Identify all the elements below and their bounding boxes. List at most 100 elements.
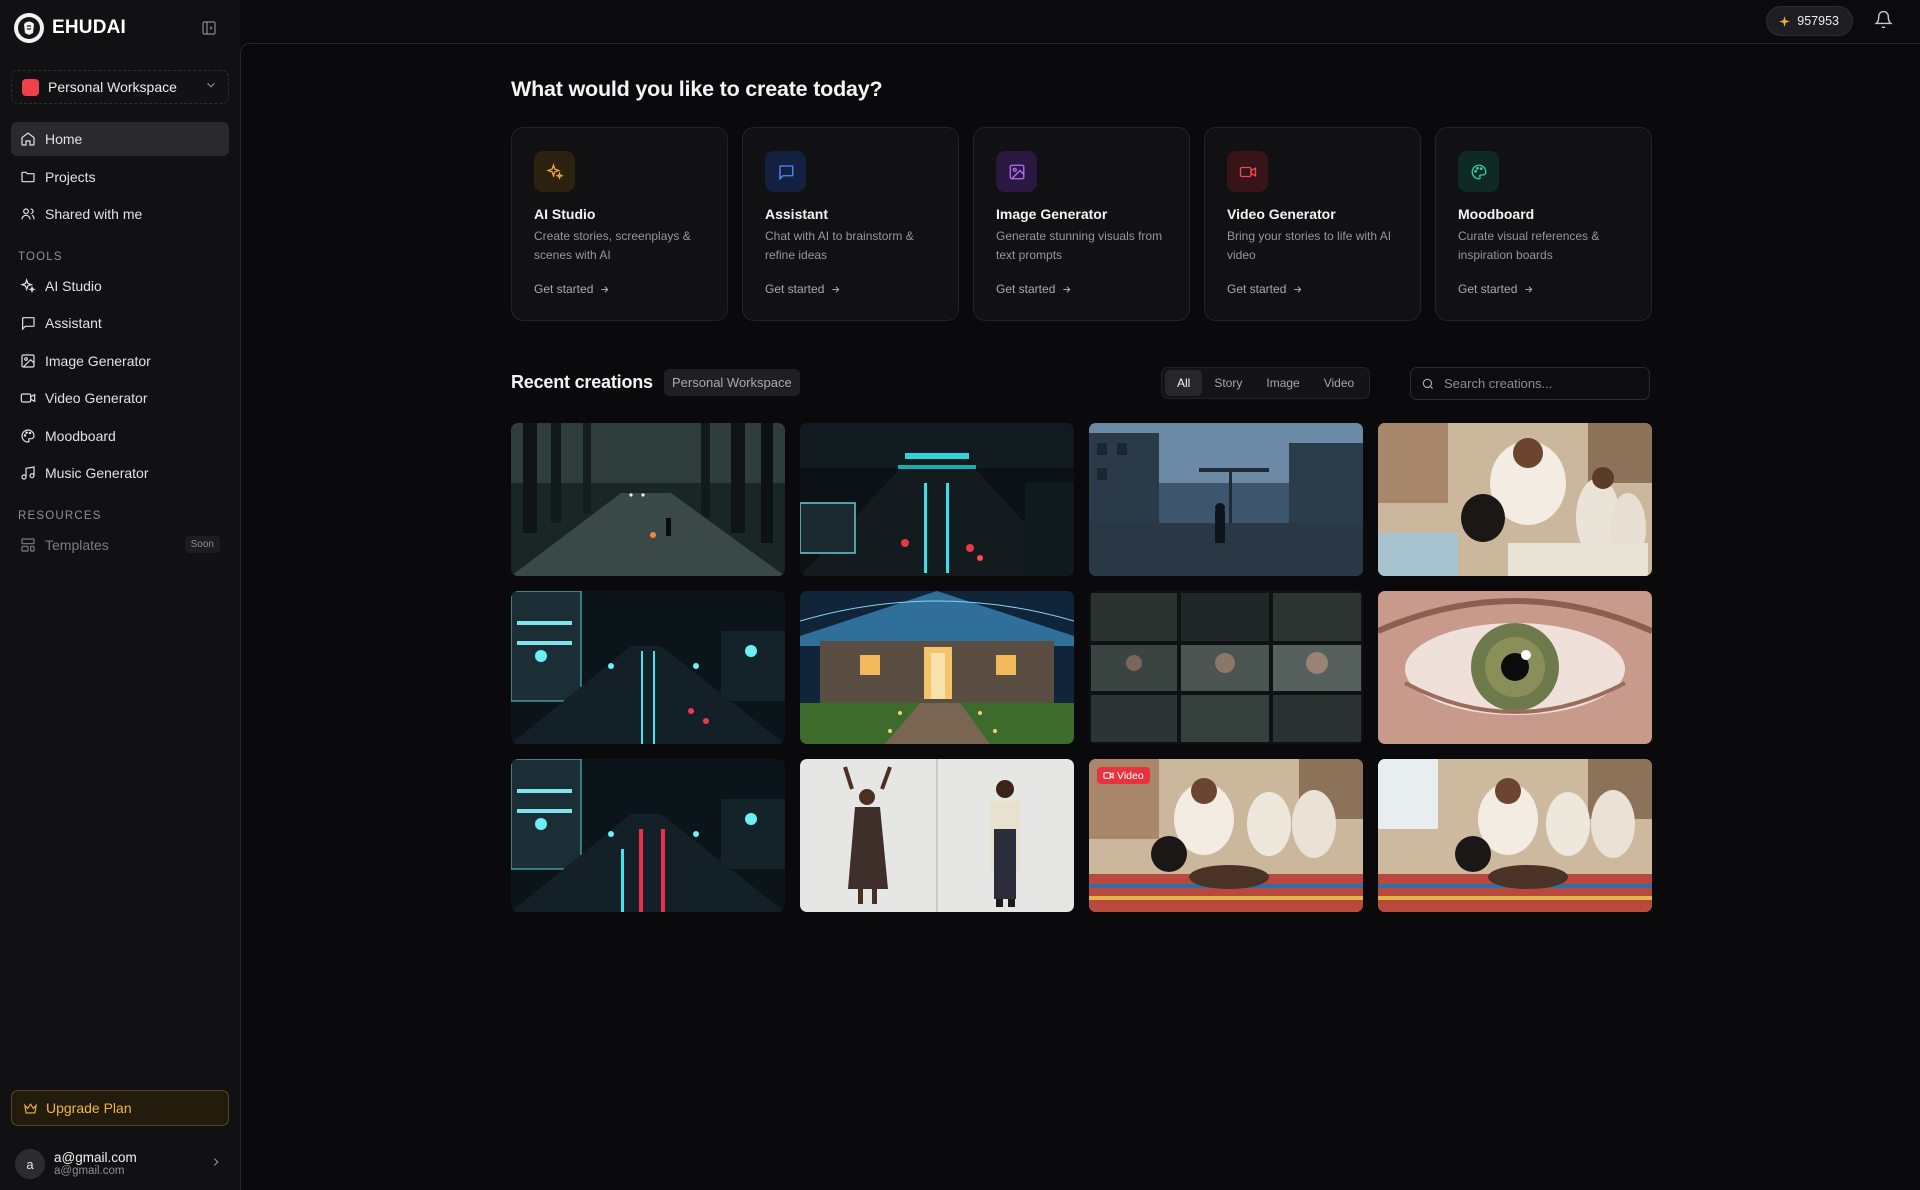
sidebar-toggle-icon[interactable] (198, 17, 220, 39)
coffee-ceremony-icon (1378, 759, 1652, 912)
bell-icon[interactable] (1874, 10, 1893, 34)
nav-item-label: Moodboard (45, 427, 116, 444)
creation-thumbnail[interactable] (1378, 759, 1652, 912)
sparkles-icon (20, 277, 36, 293)
coffee-ceremony-icon (1378, 423, 1652, 576)
creation-thumbnail[interactable] (511, 759, 785, 912)
nav-item-label: Video Generator (45, 390, 148, 406)
creation-thumbnail[interactable]: Video (1089, 759, 1363, 912)
filter-tabs: All Story Image Video (1161, 367, 1371, 399)
card-icon-container (996, 151, 1037, 192)
palette-icon (1471, 164, 1486, 179)
nav-item-label: Shared with me (45, 206, 143, 222)
card-title: AI Studio (534, 206, 596, 222)
recent-creations-title: Recent creations (511, 372, 653, 392)
dark-forest-road-icon (511, 423, 785, 576)
get-started-link[interactable]: Get started (1458, 282, 1534, 296)
soon-badge: Soon (184, 536, 220, 553)
eye-closeup-icon (1378, 591, 1652, 744)
creation-thumbnail[interactable] (1378, 591, 1652, 744)
card-title: Image Generator (996, 206, 1108, 222)
get-started-link[interactable]: Get started (1227, 282, 1303, 296)
get-started-label: Get started (765, 282, 825, 296)
search-box (1410, 367, 1650, 400)
filter-tab-all[interactable]: All (1165, 370, 1203, 396)
user-email: a@gmail.com (54, 1165, 125, 1178)
chevron-right-icon (209, 1155, 223, 1174)
user-info: a@gmail.com a@gmail.com (54, 1150, 137, 1179)
search-input[interactable] (1444, 376, 1634, 391)
creation-thumbnail[interactable] (1089, 591, 1363, 744)
creation-thumbnail[interactable] (800, 591, 1074, 744)
filter-tab-image[interactable]: Image (1254, 370, 1311, 396)
card-image-generator[interactable]: Image Generator Generate stunning visual… (973, 127, 1190, 321)
upgrade-plan-button[interactable]: Upgrade Plan (11, 1090, 229, 1126)
city-boulevard-lights-icon (511, 591, 785, 744)
tools-section-header: TOOLS (18, 250, 63, 263)
card-description: Chat with AI to brainstorm & refine idea… (765, 229, 914, 262)
get-started-label: Get started (534, 282, 594, 296)
creation-thumbnail[interactable] (511, 423, 785, 576)
filter-tab-story[interactable]: Story (1202, 370, 1254, 396)
credits-badge[interactable]: 957953 (1766, 6, 1853, 36)
resources-section-header: RESOURCES (18, 509, 102, 522)
nav-item-assistant[interactable]: Assistant (11, 306, 229, 340)
recent-creations-header: Recent creations Personal Workspace All … (511, 367, 1650, 401)
arrow-right-icon (1063, 285, 1071, 293)
card-description: Curate visual references & inspiration b… (1458, 229, 1600, 262)
workspace-selector[interactable]: Personal Workspace (11, 70, 229, 104)
nav-item-label: AI Studio (45, 277, 102, 294)
page-title: What would you like to create today? (511, 77, 883, 101)
search-icon (1422, 378, 1434, 389)
user-menu[interactable]: a a@gmail.com a@gmail.com (11, 1146, 229, 1182)
nav-item-shared[interactable]: Shared with me (11, 197, 229, 231)
ruined-city-figure-icon (1089, 423, 1363, 576)
card-description: Generate stunning visuals from text prom… (996, 229, 1163, 262)
card-ai-studio[interactable]: AI Studio Create stories, screenplays & … (511, 127, 728, 321)
neon-street-night-icon (800, 423, 1074, 576)
sidebar: EHUDAI Personal Workspace Home Projects … (0, 0, 240, 1190)
nav-item-label: Assistant (45, 315, 102, 331)
avatar: a (15, 1149, 45, 1179)
sparkle-icon (1779, 15, 1791, 27)
filter-tab-video[interactable]: Video (1312, 370, 1366, 396)
nav-item-image-generator[interactable]: Image Generator (11, 344, 229, 378)
creation-thumbnail[interactable] (1089, 423, 1363, 576)
nav-item-moodboard[interactable]: Moodboard (11, 419, 229, 453)
nav-item-music-generator[interactable]: Music Generator (11, 456, 229, 490)
creations-grid: Video (511, 423, 1652, 912)
brand: EHUDAI (0, 0, 240, 56)
video-badge: Video (1097, 767, 1150, 784)
user-name: a@gmail.com (54, 1149, 137, 1165)
card-video-generator[interactable]: Video Generator Bring your stories to li… (1204, 127, 1421, 321)
card-assistant[interactable]: Assistant Chat with AI to brainstorm & r… (742, 127, 959, 321)
main-nav: Home Projects Shared with me (0, 122, 240, 235)
card-icon-container (1458, 151, 1499, 192)
creation-thumbnail[interactable] (511, 591, 785, 744)
creation-thumbnail[interactable] (800, 423, 1074, 576)
nav-item-projects[interactable]: Projects (11, 160, 229, 194)
nav-item-label: Home (45, 131, 83, 147)
brand-logo-icon[interactable] (14, 13, 44, 43)
creation-thumbnail[interactable] (800, 759, 1074, 912)
folder-icon (21, 171, 35, 182)
creation-thumbnail[interactable] (1378, 423, 1652, 576)
credits-count: 957953 (1797, 14, 1839, 28)
card-icon-container (1227, 151, 1268, 192)
music-icon (21, 466, 35, 480)
nav-item-ai-studio[interactable]: AI Studio (11, 269, 229, 303)
get-started-link[interactable]: Get started (996, 282, 1072, 296)
image-icon (21, 353, 35, 368)
arrow-right-icon (1525, 285, 1533, 293)
crown-icon (24, 1102, 37, 1113)
city-boulevard-red-lights-icon (511, 759, 785, 912)
nav-item-label: Templates (45, 536, 109, 553)
get-started-link[interactable]: Get started (765, 282, 841, 296)
workspace-color-swatch (22, 78, 39, 96)
card-moodboard[interactable]: Moodboard Curate visual references & ins… (1435, 127, 1652, 321)
get-started-link[interactable]: Get started (534, 282, 610, 296)
nav-item-home[interactable]: Home (11, 122, 229, 156)
main-content: What would you like to create today? AI … (240, 43, 1920, 1190)
resources-nav: Templates Soon (0, 528, 240, 566)
nav-item-video-generator[interactable]: Video Generator (11, 381, 229, 415)
